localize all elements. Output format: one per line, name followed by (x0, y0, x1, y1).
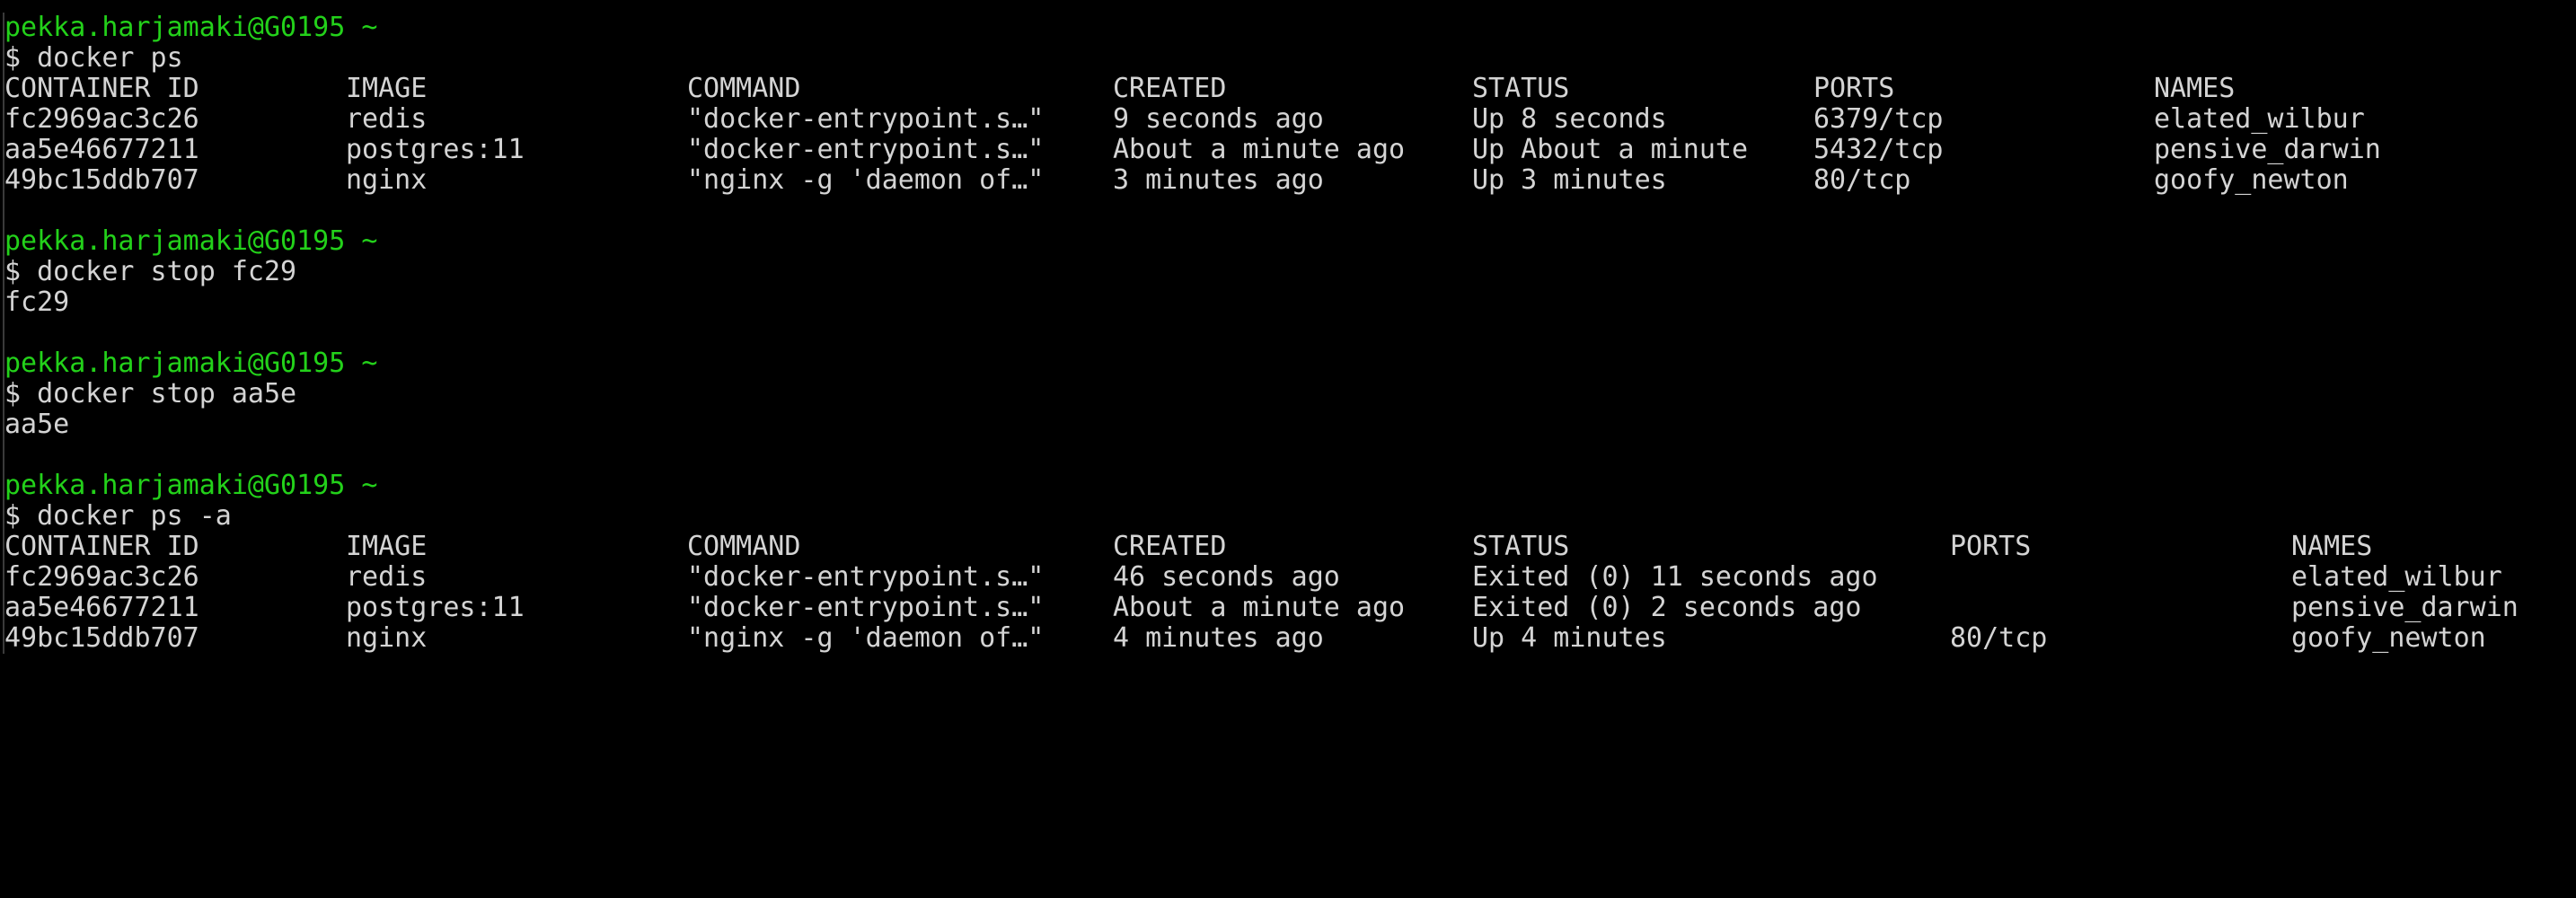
created: 4 minutes ago (1113, 622, 1324, 654)
ports: 6379/tcp (1813, 103, 1944, 135)
ps-a-table: CONTAINER ID IMAGE COMMAND CREATED STATU… (4, 532, 2572, 654)
ps-table: CONTAINER ID IMAGE COMMAND CREATED STATU… (4, 74, 2572, 196)
ports: 80/tcp (1813, 164, 1911, 196)
header-container-id: CONTAINER ID (4, 73, 199, 104)
table-row: aa5e46677211 postgres:11 "docker-entrypo… (4, 135, 2572, 165)
prompt-line: pekka.harjamaki@G0195 ~ (4, 225, 378, 257)
header-image: IMAGE (346, 73, 428, 104)
command: "docker-entrypoint.s…" (687, 561, 1045, 593)
command-output: aa5e (4, 409, 70, 440)
header-command: COMMAND (687, 531, 801, 562)
container-id: aa5e46677211 (4, 134, 199, 165)
status: Up 4 minutes (1472, 622, 1667, 654)
command-line: $ docker stop aa5e (4, 378, 297, 409)
table-row: 49bc15ddb707 nginx "nginx -g 'daemon of…… (4, 165, 2572, 196)
created: 9 seconds ago (1113, 103, 1324, 135)
container-id: 49bc15ddb707 (4, 622, 199, 654)
terminal-window[interactable]: pekka.harjamaki@G0195 ~ $ docker ps CONT… (3, 13, 2572, 654)
header-image: IMAGE (346, 531, 428, 562)
ports: 5432/tcp (1813, 134, 1944, 165)
header-ports: PORTS (1950, 531, 2032, 562)
header-names: NAMES (2154, 73, 2236, 104)
created: About a minute ago (1113, 134, 1406, 165)
command: "docker-entrypoint.s…" (687, 592, 1045, 623)
names: elated_wilbur (2154, 103, 2365, 135)
command: "docker-entrypoint.s…" (687, 103, 1045, 135)
command-line: $ docker stop fc29 (4, 256, 297, 287)
table-header-row: CONTAINER ID IMAGE COMMAND CREATED STATU… (4, 74, 2572, 104)
names: pensive_darwin (2291, 592, 2519, 623)
command-output: fc29 (4, 286, 70, 318)
command: "nginx -g 'daemon of…" (687, 622, 1045, 654)
status: Up 3 minutes (1472, 164, 1667, 196)
prompt-line: pekka.harjamaki@G0195 ~ (4, 470, 378, 501)
prompt-line: pekka.harjamaki@G0195 ~ (4, 12, 378, 43)
table-row: 49bc15ddb707 nginx "nginx -g 'daemon of…… (4, 623, 2572, 654)
header-status: STATUS (1472, 73, 1570, 104)
image: postgres:11 (346, 134, 525, 165)
image: nginx (346, 622, 428, 654)
image: postgres:11 (346, 592, 525, 623)
names: goofy_newton (2154, 164, 2349, 196)
command-line: $ docker ps (4, 42, 183, 74)
image: nginx (346, 164, 428, 196)
container-id: fc2969ac3c26 (4, 103, 199, 135)
container-id: fc2969ac3c26 (4, 561, 199, 593)
status: Up 8 seconds (1472, 103, 1667, 135)
names: elated_wilbur (2291, 561, 2502, 593)
names: pensive_darwin (2154, 134, 2381, 165)
created: 46 seconds ago (1113, 561, 1340, 593)
command-line: $ docker ps -a (4, 500, 232, 532)
created: 3 minutes ago (1113, 164, 1324, 196)
image: redis (346, 561, 428, 593)
table-row: fc2969ac3c26 redis "docker-entrypoint.s…… (4, 562, 2572, 593)
header-created: CREATED (1113, 531, 1227, 562)
header-command: COMMAND (687, 73, 801, 104)
header-ports: PORTS (1813, 73, 1895, 104)
status: Up About a minute (1472, 134, 1749, 165)
header-created: CREATED (1113, 73, 1227, 104)
table-header-row: CONTAINER ID IMAGE COMMAND CREATED STATU… (4, 532, 2572, 562)
names: goofy_newton (2291, 622, 2486, 654)
header-names: NAMES (2291, 531, 2373, 562)
status: Exited (0) 2 seconds ago (1472, 592, 1862, 623)
container-id: aa5e46677211 (4, 592, 199, 623)
table-row: aa5e46677211 postgres:11 "docker-entrypo… (4, 593, 2572, 623)
status: Exited (0) 11 seconds ago (1472, 561, 1878, 593)
image: redis (346, 103, 428, 135)
prompt-line: pekka.harjamaki@G0195 ~ (4, 348, 378, 379)
header-status: STATUS (1472, 531, 1570, 562)
ports: 80/tcp (1950, 622, 2048, 654)
created: About a minute ago (1113, 592, 1406, 623)
header-container-id: CONTAINER ID (4, 531, 199, 562)
container-id: 49bc15ddb707 (4, 164, 199, 196)
command: "docker-entrypoint.s…" (687, 134, 1045, 165)
table-row: fc2969ac3c26 redis "docker-entrypoint.s…… (4, 104, 2572, 135)
command: "nginx -g 'daemon of…" (687, 164, 1045, 196)
